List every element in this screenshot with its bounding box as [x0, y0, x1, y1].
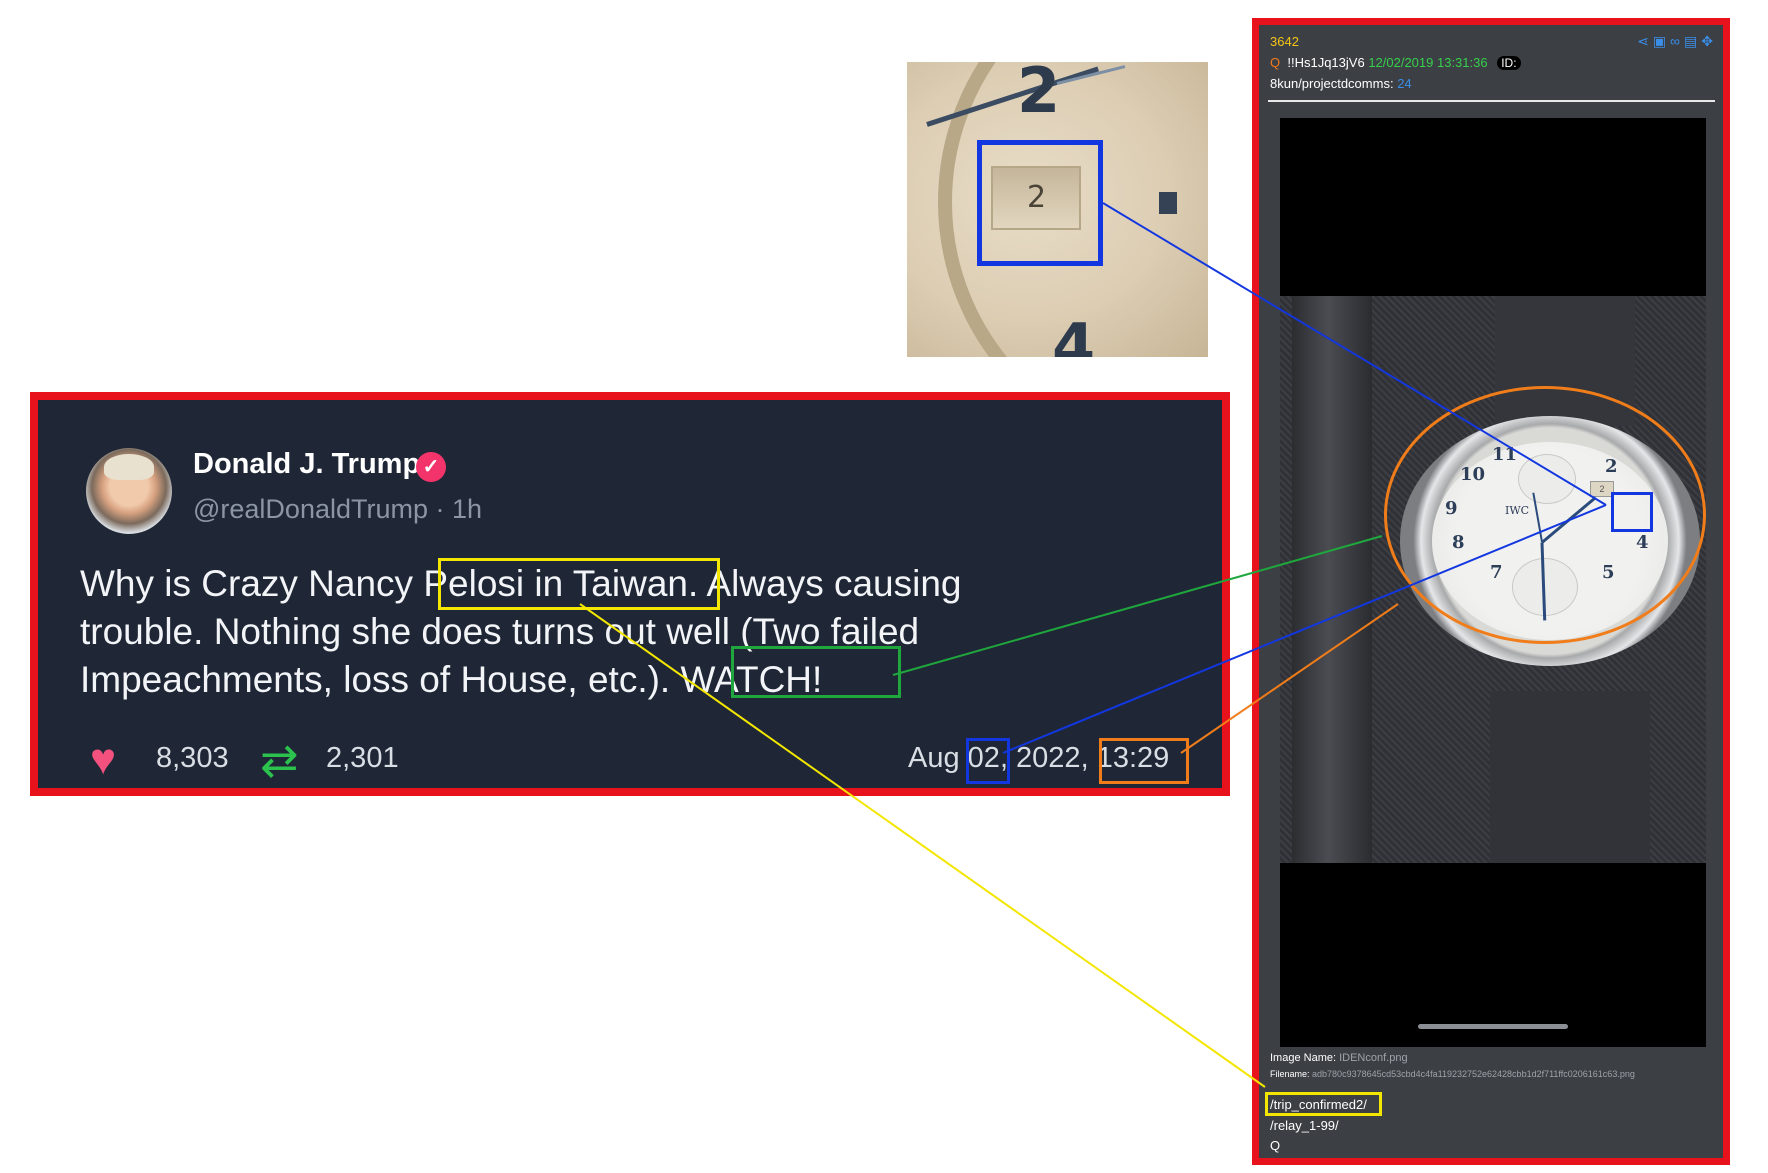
q-post-panel: 3642 ⋖▣∞▤✥ Q !!Hs1Jq13jV6 12/02/2019 13:…	[1252, 18, 1730, 1165]
filename-line: Filename: adb780c9378645cd53cbd4c4fa1192…	[1270, 1069, 1635, 1079]
divider	[1268, 100, 1715, 102]
post-datetime: 12/02/2019 13:31:36	[1368, 55, 1488, 70]
zoom-hour-marker	[1159, 192, 1177, 214]
tweet-text-start: Why is Crazy Nancy	[80, 563, 424, 604]
avatar[interactable]	[86, 448, 172, 534]
highlight-box-watch	[731, 646, 901, 698]
highlight-box-zoom-date	[977, 140, 1103, 266]
watch-strap-bottom	[1490, 691, 1650, 863]
board-line: 8kun/projectdcomms: 24	[1270, 76, 1412, 91]
heart-icon[interactable]: ♥	[90, 738, 116, 782]
highlight-box-day	[966, 738, 1010, 784]
tripcode: !!Hs1Jq13jV6	[1287, 55, 1365, 70]
id-badge: ID:	[1497, 56, 1521, 70]
highlight-box-trip-confirmed	[1265, 1092, 1382, 1116]
image-name-label: Image Name:	[1270, 1052, 1337, 1064]
tweet-card: Donald J. Trump ✓ @realDonaldTrump · 1h …	[30, 392, 1230, 796]
post-toolbar: ⋖▣∞▤✥	[1637, 33, 1717, 50]
post-body-line-2: /relay_1-99/	[1270, 1118, 1339, 1133]
tweet-author-name[interactable]: Donald J. Trump	[193, 448, 420, 481]
glasses-icon[interactable]: ∞	[1670, 33, 1684, 49]
image-name[interactable]: IDENconf.png	[1339, 1052, 1407, 1064]
zoom-digit-2: 2	[1017, 62, 1061, 127]
highlight-ellipse-watch	[1384, 386, 1706, 644]
highlight-box-pelosi	[438, 558, 720, 610]
filename-label: Filename:	[1270, 1069, 1310, 1079]
post-body-line-3: Q	[1270, 1138, 1281, 1153]
tweet-author-handle[interactable]: @realDonaldTrump · 1h	[193, 494, 482, 525]
verified-badge-icon: ✓	[416, 452, 446, 482]
like-count: 8,303	[156, 742, 229, 774]
pen	[1292, 296, 1372, 863]
document-icon[interactable]: ▤	[1684, 33, 1701, 49]
filename[interactable]: adb780c9378645cd53cbd4c4fa119232752e6242…	[1312, 1069, 1635, 1079]
image-name-line: Image Name: IDENconf.png	[1270, 1052, 1408, 1064]
retweet-count: 2,301	[326, 742, 399, 774]
post-number[interactable]: 3642	[1270, 34, 1299, 49]
highlight-box-time	[1099, 738, 1189, 784]
q-letter: Q	[1270, 55, 1281, 70]
board-name[interactable]: 8kun/projectdcomms:	[1270, 76, 1394, 91]
home-indicator	[1418, 1024, 1568, 1029]
board-count: 24	[1397, 76, 1412, 91]
tweet-date-month: Aug	[908, 742, 968, 774]
tweet-date-year: , 2022,	[999, 742, 1097, 774]
retweet-icon[interactable]: ⇄	[260, 737, 299, 783]
move-icon[interactable]: ✥	[1701, 33, 1717, 49]
zoom-digit-4: 4	[1052, 310, 1096, 357]
share-icon[interactable]: ⋖	[1637, 33, 1653, 49]
clipboard-icon[interactable]: ▣	[1653, 33, 1670, 49]
post-header: Q !!Hs1Jq13jV6 12/02/2019 13:31:36 ID:	[1270, 55, 1521, 70]
